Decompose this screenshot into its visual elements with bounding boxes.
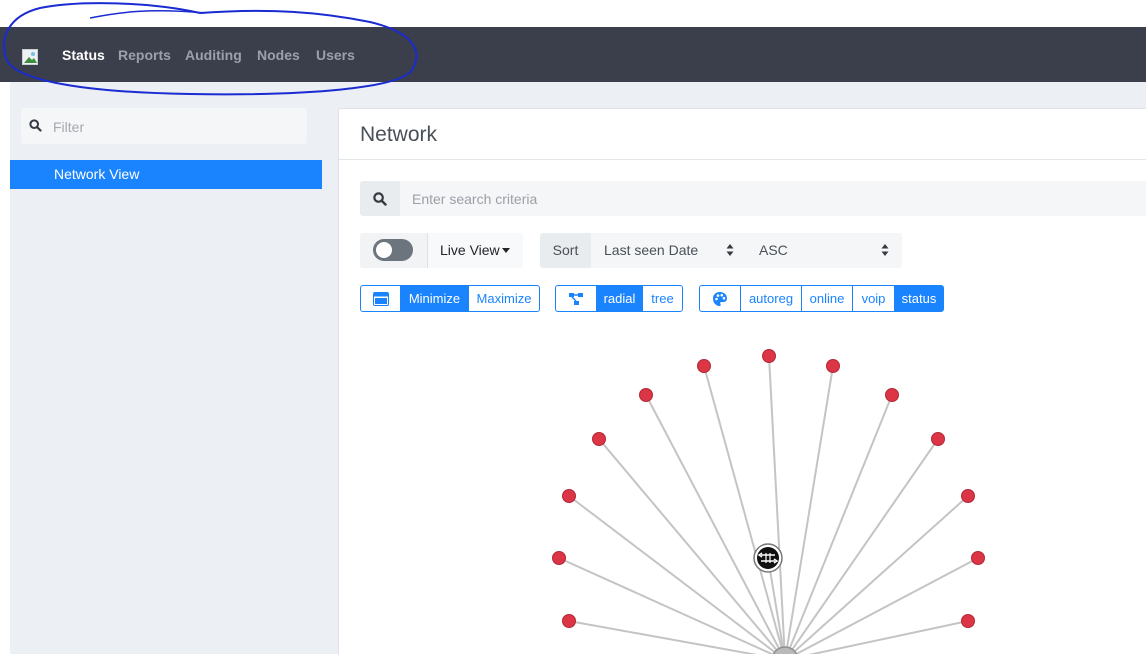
graph-edge [598, 438, 782, 654]
graph-node[interactable] [826, 359, 840, 373]
graph-edge [645, 394, 783, 654]
graph-node[interactable] [961, 489, 975, 503]
graph-node[interactable] [639, 388, 653, 402]
graph-node[interactable] [552, 551, 566, 565]
graph-node[interactable] [885, 388, 899, 402]
graph-edge [568, 495, 779, 654]
graph-edge [784, 365, 834, 654]
graph-node[interactable] [562, 614, 576, 628]
graph-edge [790, 495, 969, 654]
graph-node[interactable] [931, 432, 945, 446]
router-node[interactable] [753, 543, 783, 573]
graph-edge [808, 620, 969, 654]
graph-node[interactable] [697, 359, 711, 373]
graph-nodes [552, 349, 985, 628]
graph-edges [558, 355, 979, 654]
graph-node[interactable] [762, 349, 776, 363]
graph-node[interactable] [961, 614, 975, 628]
graph-node[interactable] [971, 551, 985, 565]
graph-edge [568, 620, 758, 654]
graph-edge [786, 394, 893, 654]
graph-node[interactable] [562, 489, 576, 503]
network-graph [552, 349, 985, 654]
graph-node[interactable] [592, 432, 606, 446]
